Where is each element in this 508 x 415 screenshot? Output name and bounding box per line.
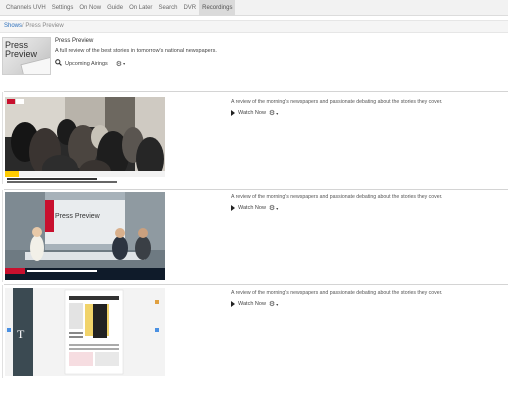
studio-panel-image: Press Preview [5, 192, 165, 280]
show-title: Press Preview [55, 38, 94, 44]
watch-now-button[interactable]: Watch Now [231, 110, 266, 116]
episode-settings-button[interactable]: ⚙ ▾ [269, 300, 278, 308]
episode-description: A review of the morning's newspapers and… [231, 194, 443, 200]
episode-info: A review of the morning's newspapers and… [231, 98, 443, 117]
svg-text:Press Preview: Press Preview [55, 213, 101, 220]
episode-description: A review of the morning's newspapers and… [231, 99, 443, 105]
gear-icon: ⚙ [115, 60, 123, 68]
nav-on-now[interactable]: On Now [76, 0, 104, 16]
divider [4, 189, 508, 190]
nav-search[interactable]: Search [155, 0, 180, 16]
row-rule [2, 190, 3, 282]
episode-settings-button[interactable]: ⚙ ▾ [269, 204, 278, 212]
watch-now-label: Watch Now [238, 110, 266, 116]
play-icon [231, 205, 235, 211]
chevron-down-icon: ▾ [123, 61, 126, 66]
show-header: Press Preview Press Preview A full revie… [2, 37, 502, 77]
gear-icon: ⚙ [268, 110, 276, 117]
crowd-scene-image [5, 97, 165, 185]
chevron-down-icon: ▾ [276, 205, 279, 211]
watch-now-label: Watch Now [238, 301, 266, 307]
episode-thumbnail[interactable]: Press Preview [5, 192, 165, 280]
breadcrumb-shows-link[interactable]: Shows [4, 23, 22, 29]
nav-recordings[interactable]: Recordings [199, 0, 236, 16]
row-rule [2, 285, 3, 378]
episode-info: A review of the morning's newspapers and… [231, 289, 443, 308]
nav-settings[interactable]: Settings [49, 0, 77, 16]
divider [4, 91, 508, 92]
watch-now-button[interactable]: Watch Now [231, 205, 266, 211]
show-logo-text: Press Preview [5, 40, 38, 59]
play-icon [231, 301, 235, 307]
nav-dvr[interactable]: DVR [180, 0, 199, 16]
divider [4, 284, 508, 285]
nav-channels[interactable]: Channels UVH [3, 0, 49, 16]
upcoming-airings-label: Upcoming Airings [65, 60, 108, 67]
play-icon [231, 110, 235, 116]
breadcrumb: Shows/ Press Preview [0, 20, 508, 33]
show-description: A full review of the best stories in tom… [55, 48, 217, 54]
episode-info: A review of the morning's newspapers and… [231, 193, 443, 212]
nav-on-later[interactable]: On Later [126, 0, 155, 16]
episode-description: A review of the morning's newspapers and… [231, 290, 443, 296]
watch-now-button[interactable]: Watch Now [231, 301, 266, 307]
gear-icon: ⚙ [268, 205, 276, 212]
nav-guide[interactable]: Guide [104, 0, 126, 16]
top-nav: Channels UVH Settings On Now Guide On La… [0, 0, 508, 16]
newspaper-page-image: T [5, 288, 165, 376]
breadcrumb-separator: / [22, 23, 24, 29]
chevron-down-icon: ▾ [276, 301, 279, 307]
chevron-down-icon: ▾ [276, 110, 279, 116]
episode-thumbnail[interactable]: T [5, 288, 165, 376]
breadcrumb-current: Press Preview [25, 23, 64, 29]
row-rule [2, 92, 3, 184]
episode-thumbnail[interactable] [5, 97, 165, 185]
search-icon [55, 59, 62, 68]
watch-now-label: Watch Now [238, 205, 266, 211]
gear-icon: ⚙ [268, 301, 276, 308]
episode-settings-button[interactable]: ⚙ ▾ [269, 109, 278, 117]
upcoming-airings-button[interactable]: Upcoming Airings [55, 59, 108, 68]
svg-text:T: T [17, 327, 25, 341]
show-logo: Press Preview [2, 37, 51, 75]
show-settings-button[interactable]: ⚙ ▾ [116, 60, 125, 68]
